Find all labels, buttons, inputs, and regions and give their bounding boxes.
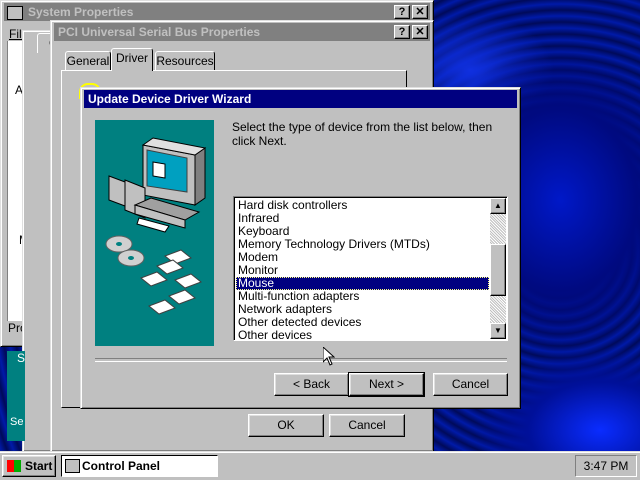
scroll-down-button[interactable]: ▼ — [490, 323, 506, 339]
cancel-wizard-button[interactable]: Cancel — [433, 373, 508, 396]
taskbar: Start Control Panel 3:47 PM — [0, 451, 640, 480]
system-properties-title: System Properties — [28, 5, 134, 19]
wizard-illustration — [95, 120, 214, 346]
close-button[interactable]: ✕ — [412, 5, 428, 19]
clock[interactable]: 3:47 PM — [584, 459, 629, 473]
tab-resources[interactable]: Resources — [155, 51, 215, 71]
back-button[interactable]: < Back — [274, 373, 349, 396]
taskbar-task-control-panel[interactable]: Control Panel — [61, 455, 218, 477]
system-properties-titlebar: System Properties ? ✕ — [4, 3, 430, 21]
cancel-button[interactable]: Cancel — [329, 414, 405, 437]
scroll-up-button[interactable]: ▲ — [490, 198, 506, 214]
start-button[interactable]: Start — [2, 455, 56, 477]
floppy-icons — [140, 249, 202, 315]
wizard-titlebar: Update Device Driver Wizard — [84, 90, 517, 108]
wizard-instruction: Select the type of device from the list … — [232, 120, 493, 148]
control-panel-icon — [65, 459, 80, 473]
computer-icon — [108, 137, 207, 233]
windows-logo-icon — [7, 460, 21, 472]
list-item-other-devices[interactable]: Other devices — [236, 329, 489, 342]
usb-properties-title: PCI Universal Serial Bus Properties — [58, 25, 261, 39]
task-label: Control Panel — [82, 459, 161, 473]
wizard-title: Update Device Driver Wizard — [88, 92, 252, 106]
device-type-list[interactable]: Hard disk controllers Infrared Keyboard … — [233, 196, 508, 342]
system-icon — [7, 6, 23, 20]
ok-button[interactable]: OK — [248, 414, 324, 437]
update-driver-wizard: Update Device Driver Wizard Select the t… — [80, 87, 521, 409]
computer-illustration — [105, 137, 207, 315]
system-tray: 3:47 PM — [575, 455, 637, 477]
usb-properties-titlebar: PCI Universal Serial Bus Properties ? ✕ — [54, 23, 430, 41]
next-button[interactable]: Next > — [348, 372, 425, 397]
wizard-separator — [95, 358, 507, 362]
tab-general[interactable]: General — [65, 51, 111, 71]
close-button[interactable]: ✕ — [412, 25, 428, 39]
cd-icons — [105, 235, 145, 267]
mouse-cursor-icon — [323, 347, 335, 366]
tab-driver[interactable]: Driver — [111, 48, 153, 71]
help-button[interactable]: ? — [394, 5, 410, 19]
scroll-thumb[interactable] — [490, 244, 506, 296]
side-label-se: Se — [10, 416, 24, 428]
device-type-items: Hard disk controllers Infrared Keyboard … — [236, 199, 489, 342]
help-button[interactable]: ? — [394, 25, 410, 39]
side-label-s: S — [17, 351, 26, 365]
vertical-scrollbar[interactable]: ▲ ▼ — [490, 198, 506, 339]
start-label: Start — [25, 459, 53, 473]
